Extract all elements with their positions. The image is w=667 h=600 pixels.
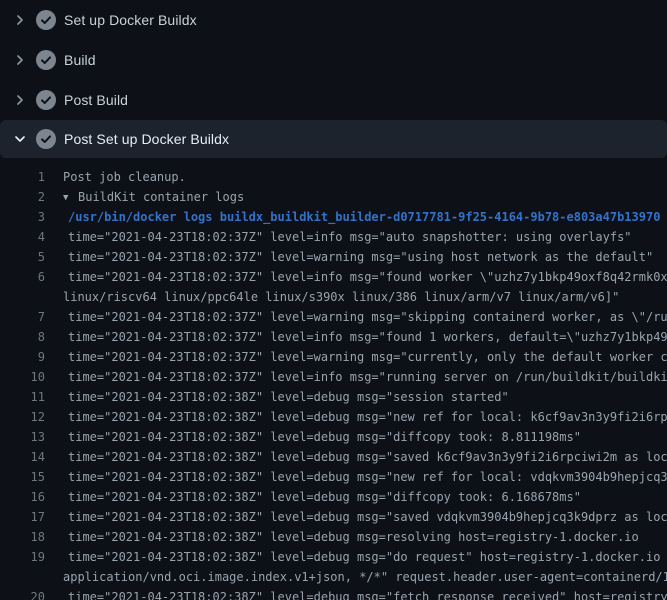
log-line-number[interactable]: 1	[0, 167, 45, 187]
log-line-number[interactable]: 18	[0, 527, 45, 547]
log-line: application/vnd.oci.image.index.v1+json,…	[0, 567, 667, 587]
log-line: 19 time="2021-04-23T18:02:38Z" level=deb…	[0, 547, 667, 567]
step-header[interactable]: Set up Docker Buildx	[0, 0, 667, 40]
log-line-text: time="2021-04-23T18:02:37Z" level=warnin…	[68, 247, 653, 267]
check-circle-icon	[36, 90, 56, 110]
step-header[interactable]: Build	[0, 40, 667, 80]
log-line-text: time="2021-04-23T18:02:38Z" level=debug …	[68, 467, 667, 487]
log-line-text: linux/riscv64 linux/ppc64le linux/s390x …	[63, 287, 619, 307]
log-line: 10 time="2021-04-23T18:02:37Z" level=inf…	[0, 367, 667, 387]
log-line: 18 time="2021-04-23T18:02:38Z" level=deb…	[0, 527, 667, 547]
log-line-text: time="2021-04-23T18:02:38Z" level=debug …	[68, 407, 667, 427]
log-line-text: time="2021-04-23T18:02:38Z" level=debug …	[68, 447, 667, 467]
log-line-text: time="2021-04-23T18:02:38Z" level=debug …	[68, 527, 639, 547]
log-line-text: time="2021-04-23T18:02:38Z" level=debug …	[68, 587, 667, 600]
log-line-number[interactable]: 11	[0, 387, 45, 407]
log-line-text: Post job cleanup.	[63, 167, 186, 187]
log-line: linux/riscv64 linux/ppc64le linux/s390x …	[0, 287, 667, 307]
log-line: 8 time="2021-04-23T18:02:37Z" level=info…	[0, 327, 667, 347]
log-line: 16 time="2021-04-23T18:02:38Z" level=deb…	[0, 487, 667, 507]
log-line-text: ▼BuildKit container logs	[63, 187, 244, 207]
log-line-number[interactable]: 12	[0, 407, 45, 427]
log-line-number[interactable]: 8	[0, 327, 45, 347]
check-circle-icon	[36, 129, 56, 149]
log-line: 14 time="2021-04-23T18:02:38Z" level=deb…	[0, 447, 667, 467]
actions-log-viewer: Set up Docker Buildx Build P	[0, 0, 667, 600]
log-line-number[interactable]: 17	[0, 507, 45, 527]
steps-list: Set up Docker Buildx Build P	[0, 0, 667, 158]
log-line-text: time="2021-04-23T18:02:37Z" level=info m…	[68, 227, 632, 247]
step-label: Post Build	[64, 92, 128, 108]
log-line-number[interactable]: 19	[0, 547, 45, 567]
log-line-number[interactable]: 7	[0, 307, 45, 327]
log-line-number[interactable]: 10	[0, 367, 45, 387]
log-line-number[interactable]: 15	[0, 467, 45, 487]
log-line-text: time="2021-04-23T18:02:38Z" level=debug …	[68, 507, 667, 527]
log-line-number[interactable]: 16	[0, 487, 45, 507]
log-line: 2 ▼BuildKit container logs	[0, 187, 667, 207]
step-header[interactable]: Post Set up Docker Buildx	[0, 120, 667, 158]
log-line: 7 time="2021-04-23T18:02:37Z" level=warn…	[0, 307, 667, 327]
log-line-number[interactable]: 6	[0, 267, 45, 287]
step-label: Post Set up Docker Buildx	[64, 131, 229, 147]
log-line-text: /usr/bin/docker logs buildx_buildkit_bui…	[68, 207, 660, 227]
log-line-text: time="2021-04-23T18:02:38Z" level=debug …	[68, 427, 581, 447]
step-label: Build	[64, 52, 96, 68]
log-line-text: time="2021-04-23T18:02:37Z" level=info m…	[68, 367, 667, 387]
log-line-number[interactable]: 13	[0, 427, 45, 447]
log-line-text: time="2021-04-23T18:02:37Z" level=warnin…	[68, 347, 667, 367]
log-line-text: time="2021-04-23T18:02:38Z" level=debug …	[68, 547, 667, 567]
check-circle-icon	[36, 10, 56, 30]
log-line: 5 time="2021-04-23T18:02:37Z" level=warn…	[0, 247, 667, 267]
log-line-number[interactable]: 2	[0, 187, 45, 207]
check-circle-icon	[36, 50, 56, 70]
chevron-right-icon	[12, 92, 28, 108]
log-line: 3 /usr/bin/docker logs buildx_buildkit_b…	[0, 207, 667, 227]
log-line: 12 time="2021-04-23T18:02:38Z" level=deb…	[0, 407, 667, 427]
log-line: 1 Post job cleanup.	[0, 167, 667, 187]
log-line-text: time="2021-04-23T18:02:38Z" level=debug …	[68, 387, 509, 407]
log-viewer: 1 Post job cleanup. 2 ▼BuildKit containe…	[0, 158, 667, 600]
log-line-text: time="2021-04-23T18:02:37Z" level=info m…	[68, 267, 667, 287]
chevron-down-icon	[12, 131, 28, 147]
chevron-right-icon	[12, 52, 28, 68]
log-line-number[interactable]: 4	[0, 227, 45, 247]
log-line-text: time="2021-04-23T18:02:38Z" level=debug …	[68, 487, 581, 507]
chevron-right-icon	[12, 12, 28, 28]
log-line: 13 time="2021-04-23T18:02:38Z" level=deb…	[0, 427, 667, 447]
log-line-text: application/vnd.oci.image.index.v1+json,…	[63, 567, 667, 587]
log-line-number[interactable]	[0, 287, 45, 307]
log-line: 6 time="2021-04-23T18:02:37Z" level=info…	[0, 267, 667, 287]
log-line-text: time="2021-04-23T18:02:37Z" level=warnin…	[68, 307, 667, 327]
log-line-number[interactable]	[0, 567, 45, 587]
log-group-title[interactable]: BuildKit container logs	[78, 190, 244, 204]
step-label: Set up Docker Buildx	[64, 12, 197, 28]
log-line-number[interactable]: 20	[0, 587, 45, 600]
log-line-number[interactable]: 14	[0, 447, 45, 467]
log-line-number[interactable]: 9	[0, 347, 45, 367]
log-line-number[interactable]: 3	[0, 207, 45, 227]
log-line: 11 time="2021-04-23T18:02:38Z" level=deb…	[0, 387, 667, 407]
step-header[interactable]: Post Build	[0, 80, 667, 120]
log-line: 15 time="2021-04-23T18:02:38Z" level=deb…	[0, 467, 667, 487]
log-group-toggle-icon[interactable]: ▼	[63, 188, 78, 207]
log-line: 17 time="2021-04-23T18:02:38Z" level=deb…	[0, 507, 667, 527]
log-line: 20 time="2021-04-23T18:02:38Z" level=deb…	[0, 587, 667, 600]
log-line-text: time="2021-04-23T18:02:37Z" level=info m…	[68, 327, 667, 347]
log-line: 4 time="2021-04-23T18:02:37Z" level=info…	[0, 227, 667, 247]
log-line: 9 time="2021-04-23T18:02:37Z" level=warn…	[0, 347, 667, 367]
log-line-number[interactable]: 5	[0, 247, 45, 267]
